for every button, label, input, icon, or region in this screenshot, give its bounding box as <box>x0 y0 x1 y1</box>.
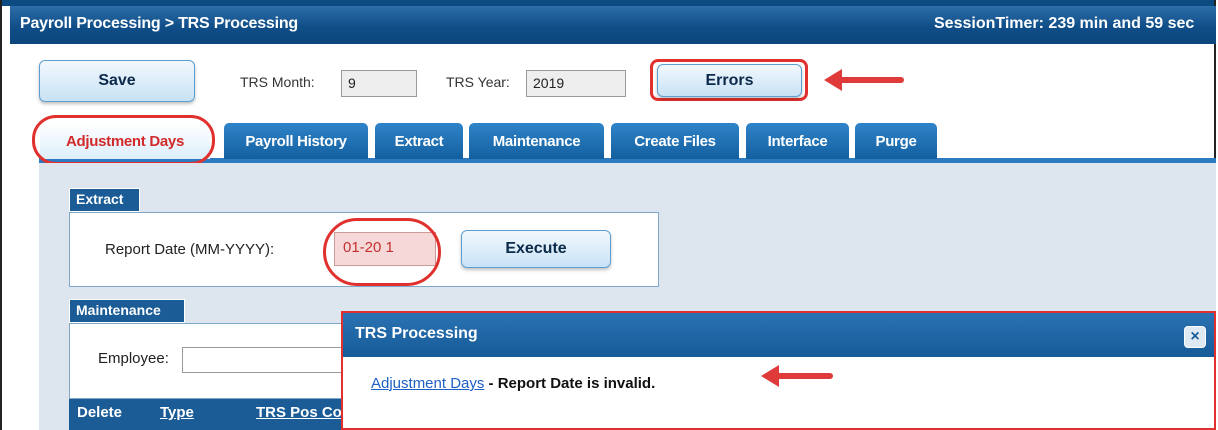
extract-section-label: Extract <box>69 188 140 212</box>
app-frame: Payroll Processing > TRS Processing Sess… <box>0 0 1216 430</box>
breadcrumb: Payroll Processing > TRS Processing <box>20 15 299 32</box>
header-bar: Payroll Processing > TRS Processing Sess… <box>10 6 1216 44</box>
errors-arrow-annotation <box>824 69 904 91</box>
tab-extract[interactable]: Extract <box>375 123 463 159</box>
execute-button[interactable]: Execute <box>461 230 611 268</box>
tab-payroll-history[interactable]: Payroll History <box>224 123 368 159</box>
adjustment-days-link[interactable]: Adjustment Days <box>371 375 484 392</box>
employee-label: Employee: <box>98 350 169 367</box>
column-trs-pos-code[interactable]: TRS Pos Co <box>256 404 342 421</box>
maintenance-grid-header: Delete Type TRS Pos Co <box>69 399 359 430</box>
column-type[interactable]: Type <box>160 404 194 421</box>
column-delete[interactable]: Delete <box>77 404 122 421</box>
trs-year-label: TRS Year: <box>446 74 510 90</box>
error-dialog: TRS Processing × Adjustment Days - Repor… <box>341 311 1216 430</box>
dialog-message: Adjustment Days - Report Date is invalid… <box>371 375 655 392</box>
dialog-titlebar: TRS Processing × <box>343 313 1214 357</box>
trs-month-field[interactable]: 9 <box>341 70 417 97</box>
maintenance-section-label: Maintenance <box>69 299 185 323</box>
dialog-message-text: - Report Date is invalid. <box>484 375 656 392</box>
tab-maintenance[interactable]: Maintenance <box>469 123 604 159</box>
dialog-title: TRS Processing <box>355 325 478 342</box>
tab-interface[interactable]: Interface <box>746 123 849 159</box>
errors-button[interactable]: Errors <box>657 64 802 97</box>
tab-purge[interactable]: Purge <box>855 123 937 159</box>
dialog-arrow-annotation <box>761 365 833 387</box>
save-button[interactable]: Save <box>39 60 195 102</box>
session-timer: SessionTimer: 239 min and 59 sec <box>934 15 1195 32</box>
tab-create-files[interactable]: Create Files <box>611 123 739 159</box>
report-date-label: Report Date (MM-YYYY): <box>105 241 275 258</box>
close-icon[interactable]: × <box>1184 326 1206 348</box>
trs-year-field[interactable]: 2019 <box>526 70 626 97</box>
report-date-highlight <box>323 218 441 286</box>
employee-input[interactable] <box>182 347 359 373</box>
trs-month-label: TRS Month: <box>240 74 315 90</box>
tab-highlight <box>32 115 215 165</box>
